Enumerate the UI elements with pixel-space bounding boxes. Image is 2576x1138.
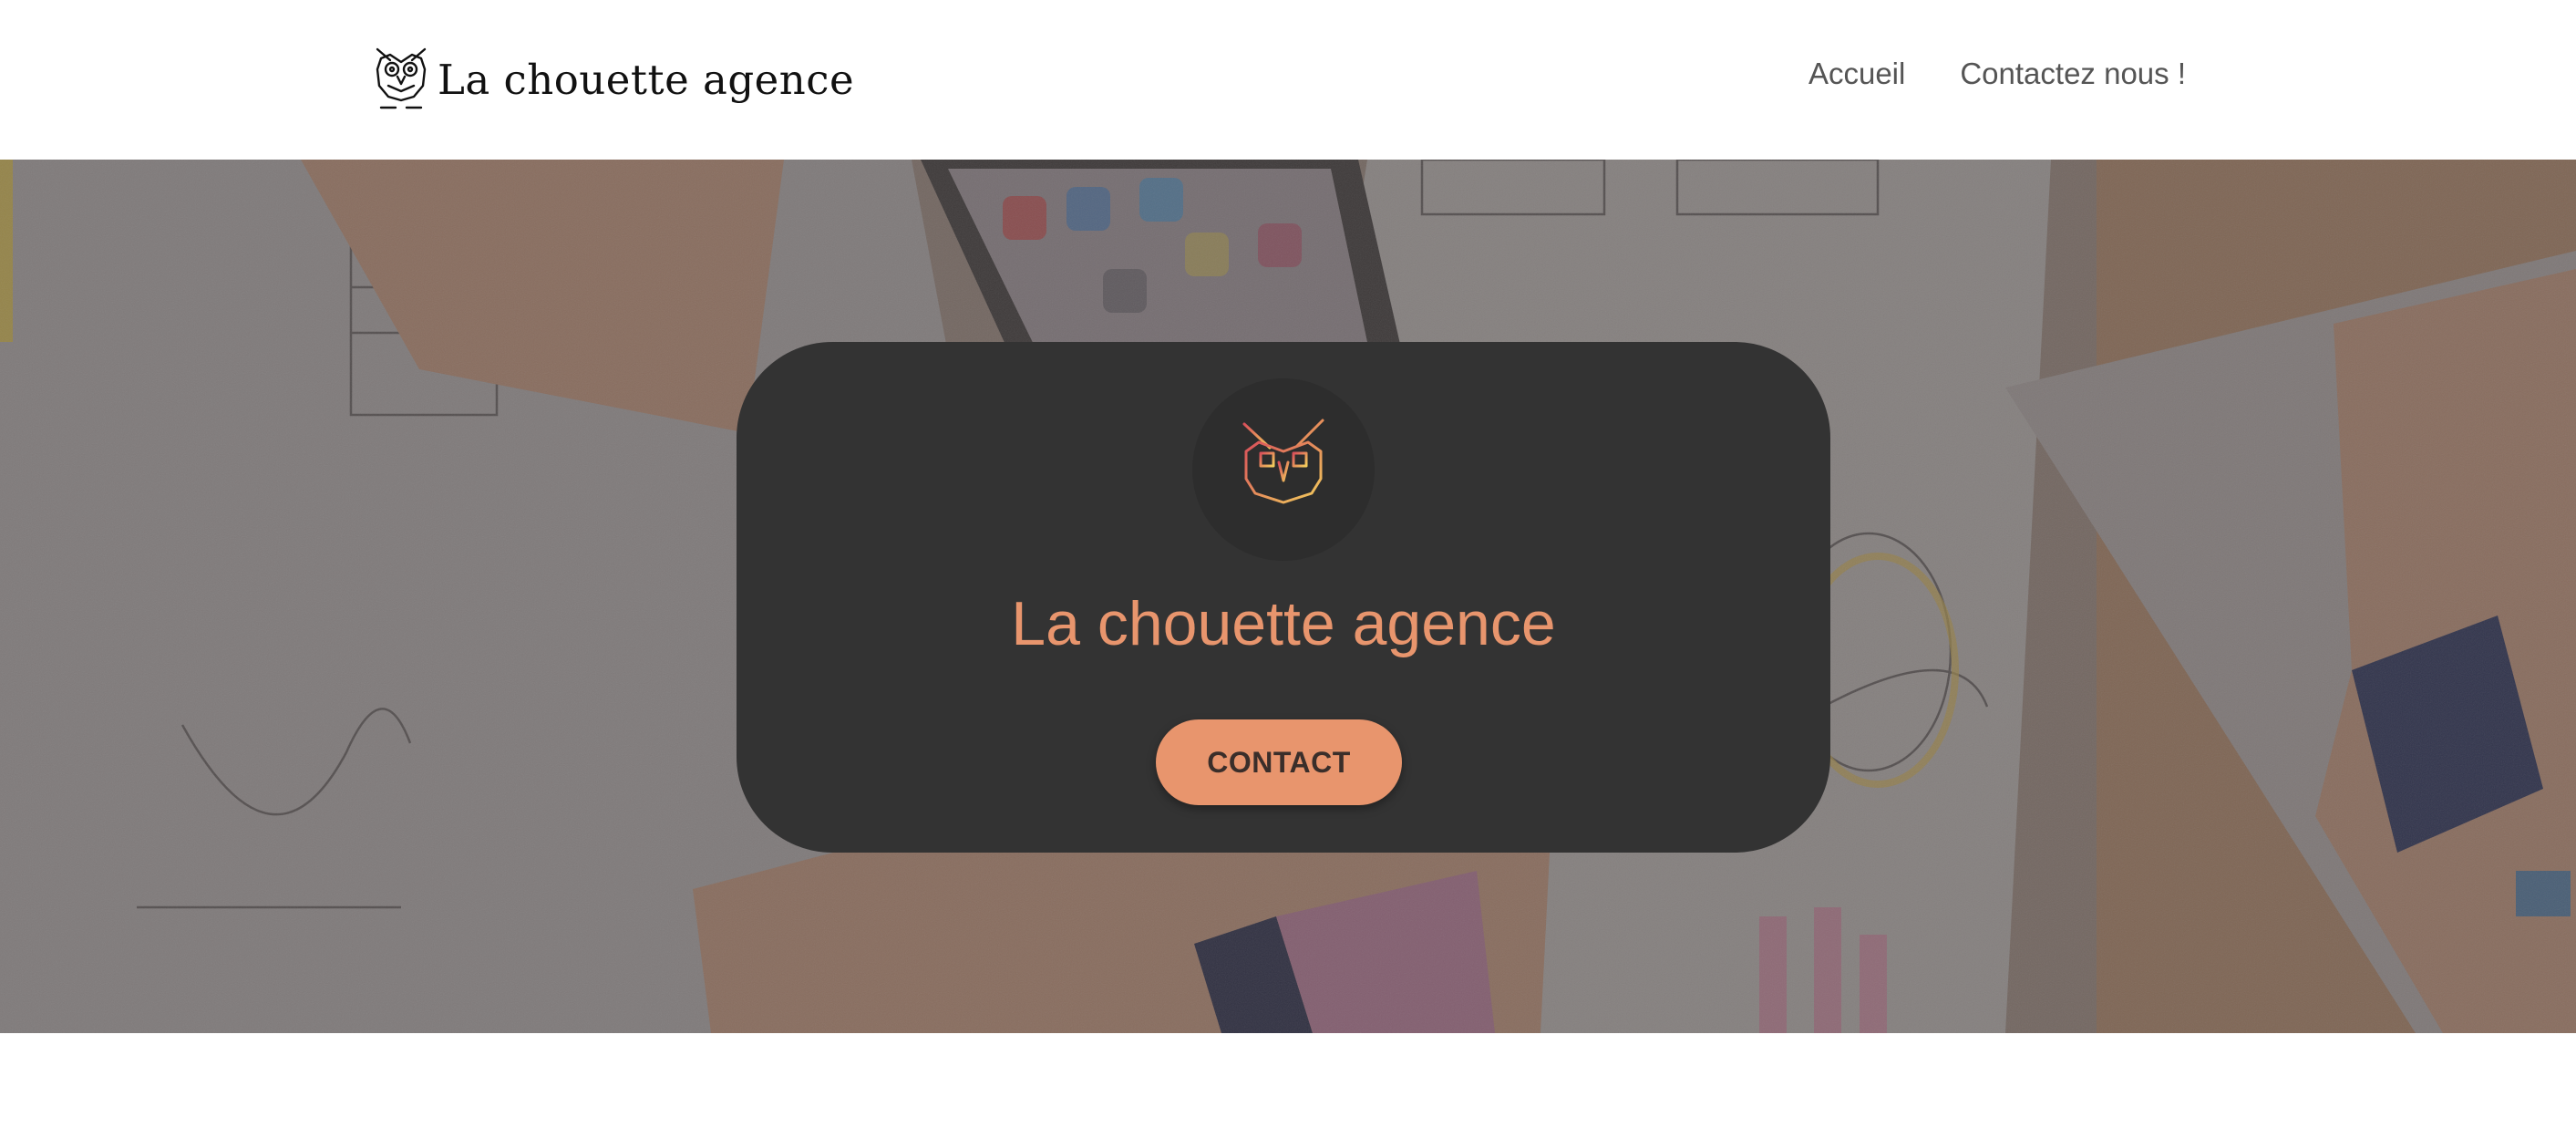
hero-section: La chouette agence CONTACT: [0, 160, 2576, 1033]
nav-link-accueil[interactable]: Accueil: [1808, 57, 1905, 91]
hero-title: La chouette agence: [1011, 589, 1556, 658]
page-content-area: [0, 1033, 2576, 1138]
contact-button[interactable]: CONTACT: [1156, 719, 1402, 805]
brand-link[interactable]: La chouette agence: [372, 46, 854, 113]
page: La chouette agence Accueil Contactez nou…: [0, 0, 2576, 1138]
owl-gradient-icon: [1242, 419, 1324, 519]
card-logo-circle: [1192, 378, 1375, 561]
owl-icon: [376, 47, 427, 109]
brand-name: La chouette agence: [438, 55, 855, 104]
hero-card: La chouette agence CONTACT: [737, 342, 1830, 853]
site-header: La chouette agence Accueil Contactez nou…: [0, 0, 2576, 160]
main-nav: Accueil Contactez nous !: [1754, 57, 2186, 91]
nav-link-contact[interactable]: Contactez nous !: [1960, 57, 2186, 91]
